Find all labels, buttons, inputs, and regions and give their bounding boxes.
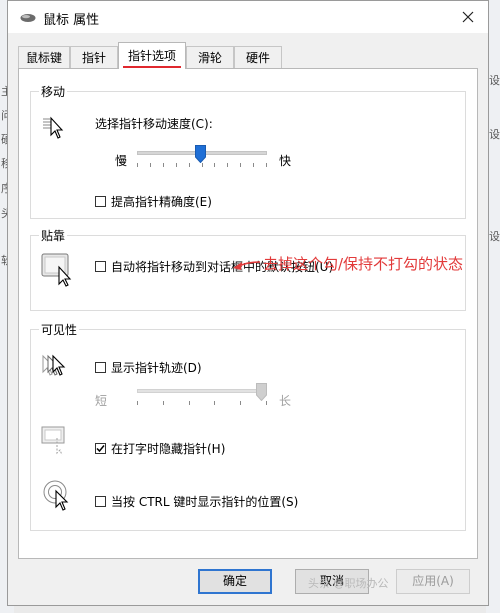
trails-slider-thumb[interactable] (256, 383, 267, 404)
tab-pointer-options[interactable]: 指针选项 (118, 42, 186, 69)
trails-slider-ticks (137, 401, 267, 405)
tab-pointers[interactable]: 指针 (70, 46, 118, 68)
pointer-trails-checkbox[interactable] (95, 362, 106, 373)
tab-buttons[interactable]: 鼠标键 (18, 46, 70, 68)
annotation-text: 去掉这个勾/保持不打勾的状态 (263, 255, 464, 273)
enhance-precision-checkbox[interactable] (95, 196, 106, 207)
ok-button[interactable]: 确定 (198, 569, 272, 594)
slider-tick (137, 401, 138, 405)
fast-label: 快 (279, 154, 292, 168)
slider-tick (189, 163, 190, 167)
slider-tick (163, 163, 164, 167)
slider-tick (163, 401, 164, 405)
mouse-icon (20, 12, 36, 26)
annotation-arrow-icon (233, 258, 261, 275)
close-button[interactable] (458, 7, 478, 27)
tab-label: 指针选项 (127, 49, 176, 63)
slider-tick (137, 163, 138, 167)
tab-hardware[interactable]: 硬件 (234, 46, 282, 68)
close-icon (462, 11, 474, 23)
trails-slider-track (137, 389, 267, 393)
slider-tick (176, 163, 177, 167)
slider-tick (214, 163, 215, 167)
snap-to-group-title: 贴靠 (39, 227, 68, 244)
trails-length-slider[interactable] (137, 383, 267, 409)
slow-label: 慢 (115, 154, 128, 168)
slider-tick (240, 401, 241, 405)
pointer-trails-icon (41, 354, 73, 383)
slider-tick (227, 163, 228, 167)
tab-wheel[interactable]: 滑轮 (186, 46, 234, 68)
show-location-ctrl-icon (43, 480, 75, 515)
motion-group-title: 移动 (39, 83, 68, 100)
visibility-group-title: 可见性 (39, 321, 80, 338)
apply-button[interactable]: 应用(A) (396, 569, 470, 594)
long-label: 长 (279, 394, 292, 408)
hide-pointer-typing-icon (41, 426, 73, 459)
pointer-speed-icon (41, 116, 67, 143)
background-text: 设 (489, 128, 500, 141)
speed-slider-thumb[interactable] (195, 145, 206, 166)
slider-tick (150, 163, 151, 167)
visibility-group: 可见性 显示指针轨迹(D) 短 长 在打字时隐藏指针(H) 当按 CTRL 键时… (30, 321, 466, 531)
slider-tick (189, 401, 190, 405)
hide-pointer-typing-checkbox[interactable] (95, 443, 106, 454)
slider-tick (253, 163, 254, 167)
show-location-ctrl-checkbox[interactable] (95, 496, 106, 507)
annotation-underline (123, 66, 181, 68)
slider-tick (266, 163, 267, 167)
show-location-ctrl-label[interactable]: 当按 CTRL 键时显示指针的位置(S) (111, 493, 298, 510)
background-text: 设 (489, 230, 500, 243)
snap-to-button-icon (41, 253, 75, 290)
mouse-properties-dialog: 鼠标 属性 鼠标键 指针 指针选项 滑轮 硬件 移动 选择指针移动速度(C): … (7, 0, 489, 606)
short-label: 短 (95, 394, 108, 408)
snap-to-default-checkbox[interactable] (95, 261, 106, 272)
tab-panel: 移动 选择指针移动速度(C): 慢 快 提高指针精确度(E) 贴靠 自动将指针移… (18, 68, 478, 559)
speed-slider[interactable] (137, 145, 267, 169)
enhance-precision-label[interactable]: 提高指针精确度(E) (111, 193, 212, 210)
motion-group: 移动 选择指针移动速度(C): 慢 快 提高指针精确度(E) (30, 83, 466, 219)
watermark: 头条 @职场办公 (308, 577, 389, 590)
slider-tick (214, 401, 215, 405)
slider-tick (240, 163, 241, 167)
pointer-trails-label[interactable]: 显示指针轨迹(D) (111, 359, 202, 376)
window-title: 鼠标 属性 (43, 13, 100, 28)
hide-pointer-typing-label[interactable]: 在打字时隐藏指针(H) (111, 440, 225, 457)
title-bar[interactable]: 鼠标 属性 (8, 1, 488, 33)
background-text: 设 (489, 74, 500, 87)
speed-label: 选择指针移动速度(C): (95, 117, 213, 131)
